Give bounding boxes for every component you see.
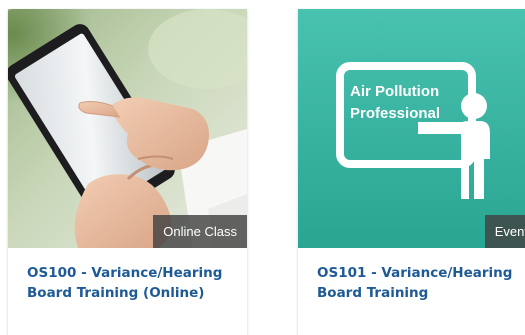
board-text-line-2: Professional: [350, 105, 440, 122]
course-thumbnail-tablet[interactable]: Online Class: [8, 9, 247, 248]
course-type-badge: Online Class: [153, 215, 247, 248]
course-title-link[interactable]: OS100 - Variance/Hearing Board Training …: [27, 263, 237, 303]
course-catalog: Online Class OS100 - Variance/Hearing Bo…: [0, 0, 525, 335]
course-card-os101[interactable]: Air Pollution Professional Event OS101 -…: [298, 9, 525, 335]
presenter-whiteboard-icon: Air Pollution Professional: [298, 9, 525, 248]
board-text-line-1: Air Pollution: [350, 83, 439, 100]
course-thumbnail-presenter[interactable]: Air Pollution Professional Event: [298, 9, 525, 248]
course-title-link[interactable]: OS101 - Variance/Hearing Board Training: [317, 263, 525, 303]
course-card-os100[interactable]: Online Class OS100 - Variance/Hearing Bo…: [8, 9, 247, 335]
course-type-badge: Event: [484, 215, 525, 248]
tablet-hand-photo: [8, 9, 247, 248]
